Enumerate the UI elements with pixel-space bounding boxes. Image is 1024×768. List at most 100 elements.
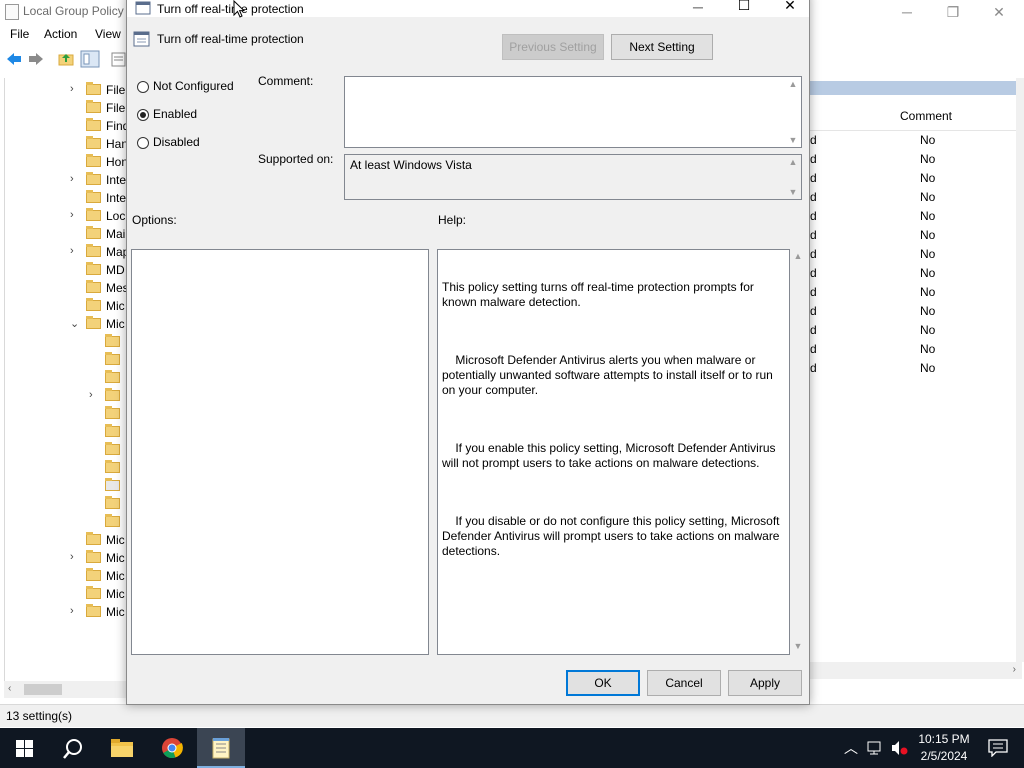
help-scroll-up-icon[interactable]: ▲ <box>791 251 805 261</box>
tree-item[interactable]: Mic <box>5 567 127 585</box>
scroll-right-icon[interactable]: › <box>1013 664 1016 675</box>
tree-scroll-thumb[interactable] <box>24 684 62 695</box>
tree-item[interactable]: › Map <box>5 243 127 261</box>
cancel-button[interactable]: Cancel <box>647 670 721 696</box>
next-setting-button[interactable]: Next Setting <box>611 34 713 60</box>
dialog-minimize-button[interactable]: ─ <box>675 0 721 17</box>
tree-item[interactable] <box>5 477 127 495</box>
tree-horizontal-scrollbar[interactable]: ‹ <box>4 681 126 698</box>
tree-item[interactable]: File <box>5 99 127 117</box>
scroll-left-icon[interactable]: ‹ <box>8 683 11 694</box>
expand-chevron-icon[interactable]: › <box>70 209 74 221</box>
action-center-icon[interactable] <box>988 739 1008 757</box>
tree-item[interactable] <box>5 441 127 459</box>
table-row[interactable]: d No <box>810 302 1024 321</box>
tree-item[interactable] <box>5 351 127 369</box>
tree-item[interactable]: MD <box>5 261 127 279</box>
label-enabled[interactable]: Enabled <box>153 107 197 121</box>
tree-item[interactable]: Mes <box>5 279 127 297</box>
radio-not-configured[interactable] <box>137 81 149 93</box>
tree-item[interactable]: Han <box>5 135 127 153</box>
radio-disabled[interactable] <box>137 137 149 149</box>
table-row[interactable]: d No <box>810 131 1024 150</box>
collapse-chevron-icon[interactable]: ⌄ <box>70 317 79 330</box>
supported-scroll-down-icon[interactable]: ▼ <box>786 187 800 197</box>
navigation-tree[interactable]: › File File Find Han Hon › Inte Inte › Loc Mai › Map M… <box>4 78 127 681</box>
comment-scroll-down-icon[interactable]: ▼ <box>786 135 800 145</box>
tree-item[interactable]: › <box>5 387 127 405</box>
dialog-title-bar[interactable]: Turn off real-time protection ─ ☐ ✕ <box>127 0 809 17</box>
tree-item[interactable]: › Inte <box>5 171 127 189</box>
dialog-close-button[interactable]: ✕ <box>767 0 813 15</box>
start-button[interactable] <box>0 728 48 768</box>
tree-item[interactable]: Find <box>5 117 127 135</box>
file-explorer-taskbar-button[interactable] <box>98 728 146 768</box>
tree-item[interactable]: ⌄ Mic <box>5 315 127 333</box>
main-close-button[interactable]: ✕ <box>976 0 1022 24</box>
chrome-taskbar-button[interactable] <box>148 728 196 768</box>
up-folder-icon[interactable] <box>57 51 75 67</box>
tree-item[interactable]: › File <box>5 81 127 99</box>
tree-item[interactable]: Mic <box>5 531 127 549</box>
tree-item[interactable] <box>5 405 127 423</box>
table-row[interactable]: d No <box>810 359 1024 378</box>
radio-enabled[interactable] <box>137 109 149 121</box>
table-row[interactable]: d No <box>810 226 1024 245</box>
tree-item[interactable] <box>5 333 127 351</box>
tree-item[interactable]: › Mic <box>5 549 127 567</box>
main-maximize-button[interactable]: ❐ <box>930 0 976 24</box>
comment-textarea[interactable]: ▲ ▼ <box>344 76 802 148</box>
table-row[interactable]: d No <box>810 264 1024 283</box>
tree-item[interactable]: Mic <box>5 297 127 315</box>
tree-item[interactable] <box>5 513 127 531</box>
settings-vertical-scrollbar[interactable] <box>1016 78 1024 662</box>
expand-chevron-icon[interactable]: › <box>70 245 74 257</box>
expand-chevron-icon[interactable]: › <box>89 389 93 401</box>
show-hide-tree-icon[interactable] <box>80 50 100 68</box>
menu-action[interactable]: Action <box>44 27 77 41</box>
expand-chevron-icon[interactable]: › <box>70 551 74 563</box>
tree-item[interactable]: › Mic <box>5 603 127 621</box>
table-row[interactable]: d No <box>810 283 1024 302</box>
tree-item[interactable]: Inte <box>5 189 127 207</box>
comment-scroll-up-icon[interactable]: ▲ <box>786 79 800 89</box>
settings-horizontal-scrollbar[interactable]: › <box>810 662 1022 679</box>
volume-muted-icon[interactable] <box>891 740 909 756</box>
tree-item[interactable] <box>5 369 127 387</box>
table-row[interactable]: d No <box>810 188 1024 207</box>
tree-item[interactable] <box>5 423 127 441</box>
label-not-configured[interactable]: Not Configured <box>153 79 234 93</box>
show-hidden-icons-chevron-icon[interactable]: ︿ <box>844 738 858 758</box>
forward-arrow-icon[interactable] <box>27 51 45 67</box>
expand-chevron-icon[interactable]: › <box>70 605 74 617</box>
main-minimize-button[interactable]: ─ <box>884 0 930 24</box>
tree-item[interactable] <box>5 459 127 477</box>
expand-chevron-icon[interactable]: › <box>70 173 74 185</box>
apply-button[interactable]: Apply <box>728 670 802 696</box>
network-icon[interactable] <box>867 741 885 756</box>
back-arrow-icon[interactable] <box>5 51 23 67</box>
tree-item[interactable]: › Loc <box>5 207 127 225</box>
menu-file[interactable]: File <box>10 27 29 41</box>
clock-time[interactable]: 10:15 PM <box>914 732 974 746</box>
dialog-maximize-button[interactable]: ☐ <box>721 0 767 15</box>
menu-view[interactable]: View <box>95 27 121 41</box>
column-header-comment[interactable]: Comment <box>810 102 1018 131</box>
table-row[interactable]: d No <box>810 207 1024 226</box>
help-panel[interactable]: This policy setting turns off real-time … <box>437 249 790 655</box>
tree-item[interactable]: Hon <box>5 153 127 171</box>
table-row[interactable]: d No <box>810 169 1024 188</box>
table-row[interactable]: d No <box>810 245 1024 264</box>
expand-chevron-icon[interactable]: › <box>70 83 74 95</box>
tree-item[interactable]: Mic <box>5 585 127 603</box>
search-button[interactable] <box>48 728 96 768</box>
ok-button[interactable]: OK <box>566 670 640 696</box>
table-row[interactable]: d No <box>810 340 1024 359</box>
notepad-taskbar-button[interactable] <box>197 728 245 768</box>
tree-item[interactable] <box>5 495 127 513</box>
table-row[interactable]: d No <box>810 321 1024 340</box>
label-disabled[interactable]: Disabled <box>153 135 200 149</box>
supported-scroll-up-icon[interactable]: ▲ <box>786 157 800 167</box>
table-row[interactable]: d No <box>810 150 1024 169</box>
previous-setting-button[interactable]: Previous Setting <box>502 34 604 60</box>
